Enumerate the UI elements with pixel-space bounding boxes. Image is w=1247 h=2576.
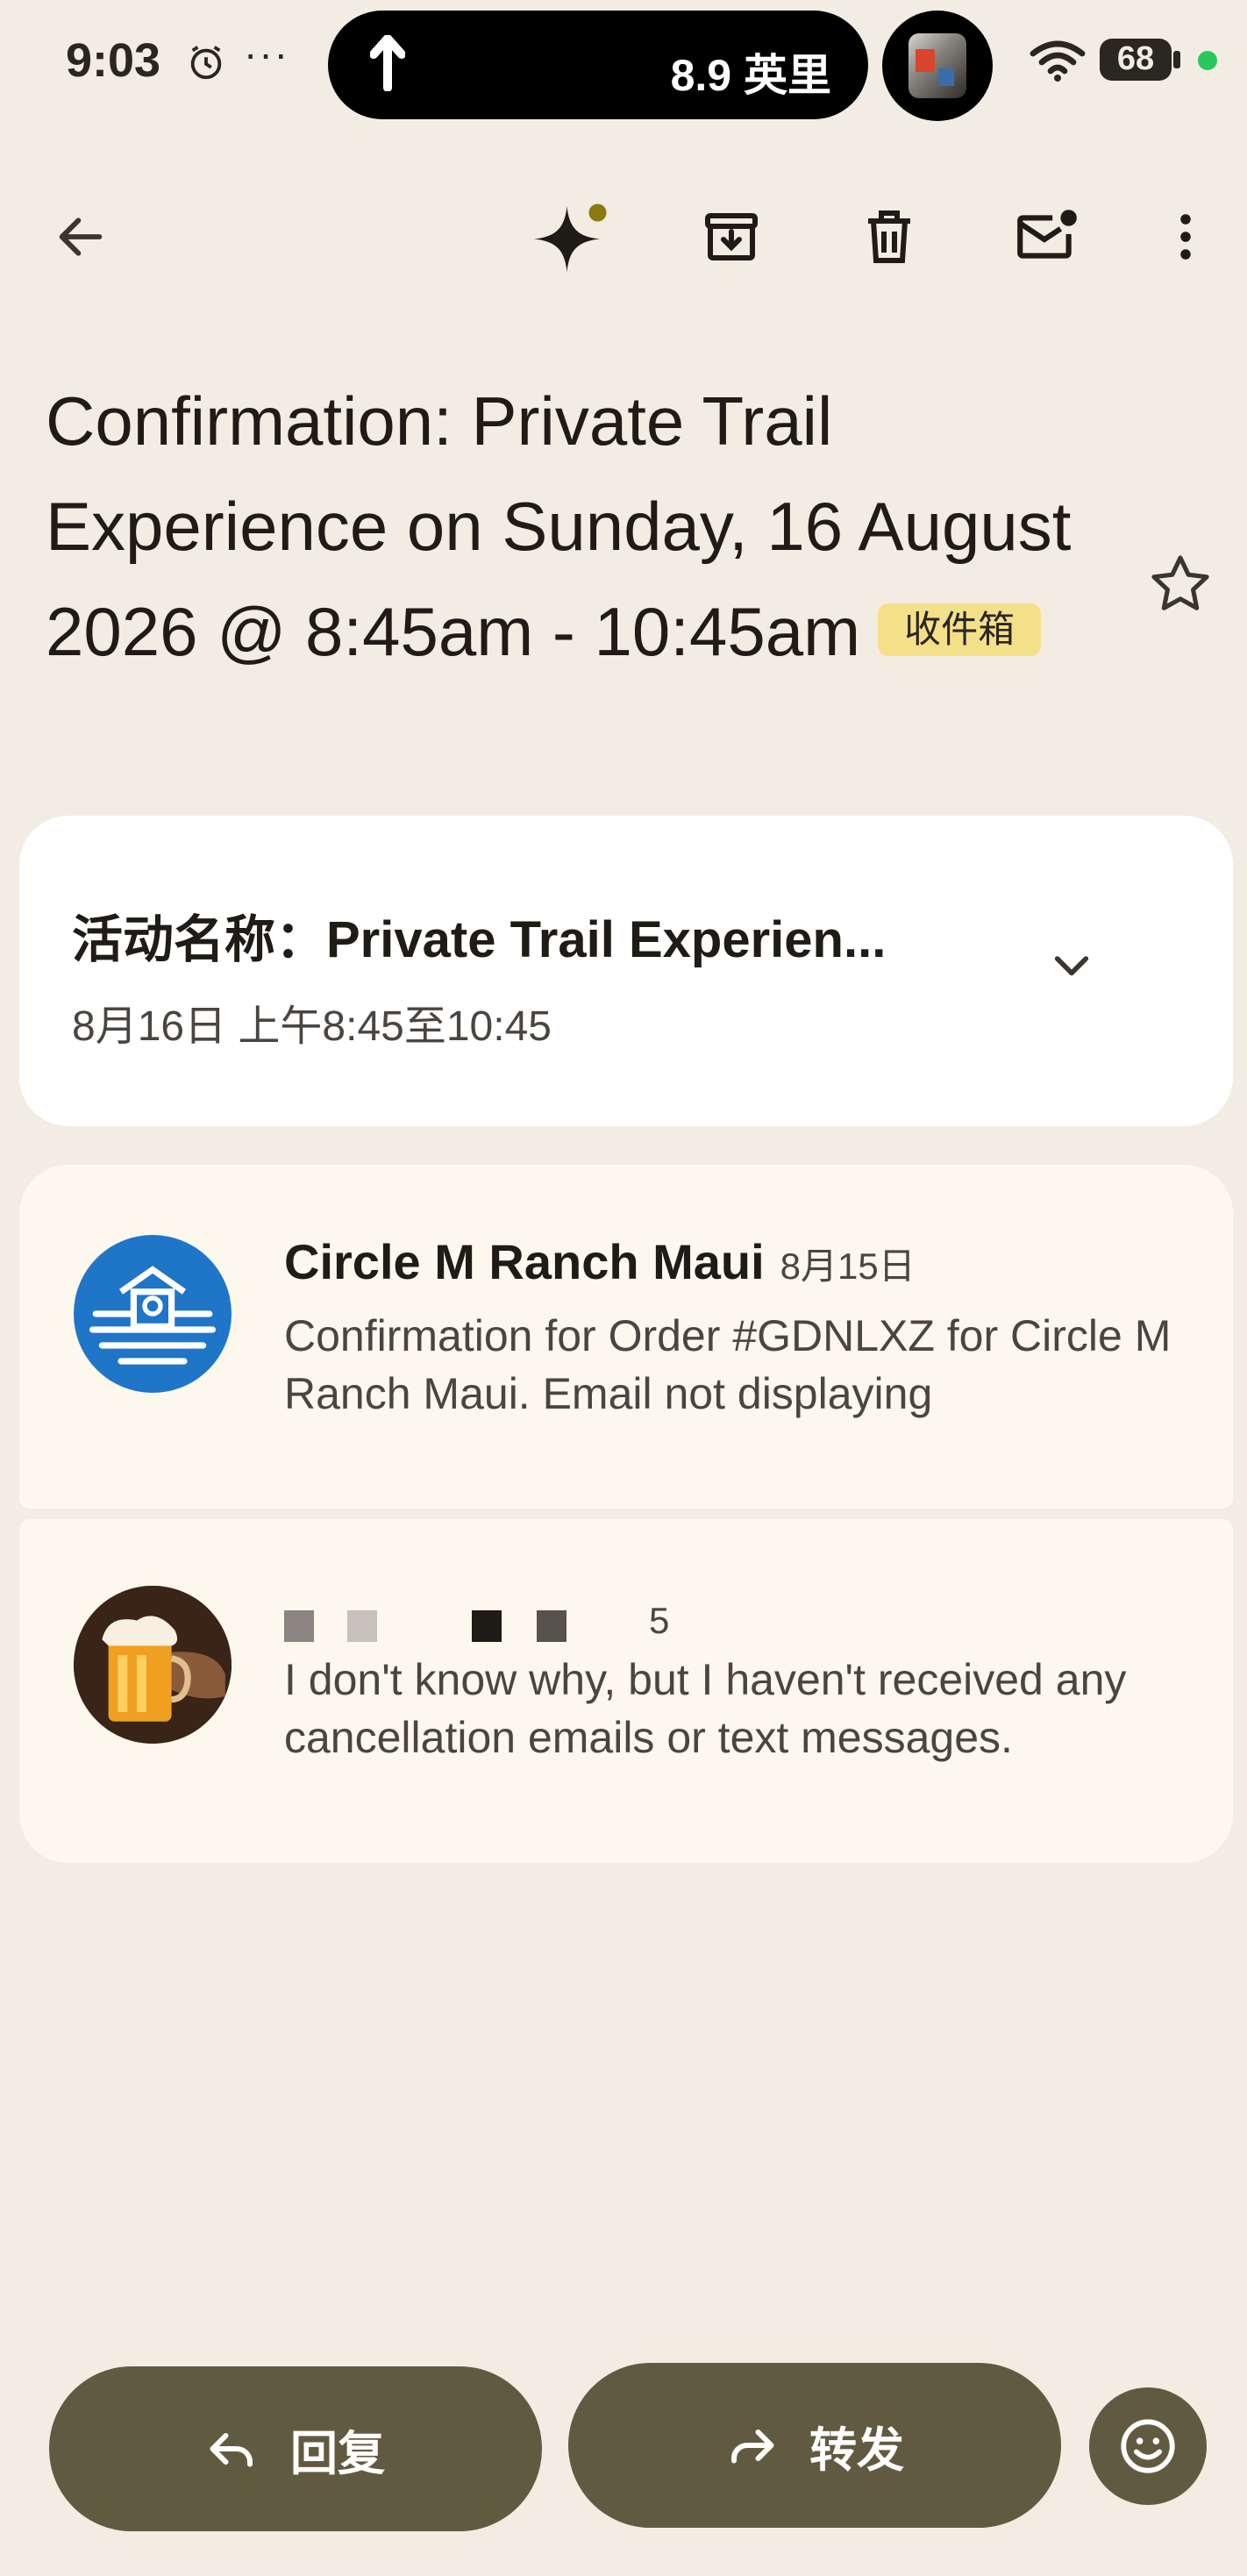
message-snippet: Confirmation for Order #GDNLXZ for Circl… xyxy=(284,1311,1172,1418)
gemini-button[interactable] xyxy=(530,193,617,281)
expand-event-button[interactable] xyxy=(1037,930,1107,1000)
ranch-logo-icon xyxy=(89,1266,216,1365)
event-title: 活动名称：Private Trail Experien... xyxy=(72,911,887,968)
redacted-block xyxy=(472,1610,502,1642)
redacted-block xyxy=(537,1610,566,1642)
archive-icon xyxy=(705,213,758,260)
reply-label: 回复 xyxy=(290,2427,385,2480)
star-button[interactable] xyxy=(1137,540,1224,628)
redacted-block xyxy=(284,1610,314,1642)
sender-avatar xyxy=(74,1235,232,1393)
event-time: 8月16日 上午8:45至10:45 xyxy=(72,1003,552,1050)
back-button[interactable] xyxy=(37,193,125,281)
calendar-event-card[interactable]: 活动名称：Private Trail Experien... 8月16日 上午8… xyxy=(19,816,1233,1126)
delete-icon xyxy=(868,211,910,263)
nav-distance: 8.9 英里 xyxy=(670,51,831,100)
message-item[interactable]: 5 I don't know why, but I haven't receiv… xyxy=(19,1519,1233,1863)
message-date-fragment: 5 xyxy=(649,1600,670,1641)
mark-unread-button[interactable] xyxy=(1003,193,1091,281)
emoji-reaction-button[interactable] xyxy=(1089,2387,1207,2505)
gemini-sparkle-icon xyxy=(534,203,607,272)
chevron-down-icon xyxy=(1054,956,1089,976)
forward-arrow-icon xyxy=(731,2430,774,2464)
more-notifications-icon: ··· xyxy=(244,31,289,76)
navigation-pill[interactable]: 8.9 英里 xyxy=(328,11,868,119)
star-icon xyxy=(1151,555,1209,610)
sender-name-text: Circle M Ranch Maui xyxy=(284,1234,765,1289)
status-time: 9:03 xyxy=(66,34,161,87)
beer-mug-icon xyxy=(74,1586,232,1744)
arrow-up-icon xyxy=(370,35,405,91)
back-arrow-icon xyxy=(59,218,103,256)
privacy-indicator-dot xyxy=(1198,51,1217,70)
active-app-icon[interactable] xyxy=(882,11,993,121)
sender-name: Circle M Ranch Maui 8月15日 xyxy=(284,1233,916,1290)
redacted-block xyxy=(347,1610,377,1642)
wifi-icon xyxy=(1030,40,1086,82)
mark-unread-icon xyxy=(1017,210,1077,259)
email-subject: Confirmation: Private Trail Experience o… xyxy=(46,368,1115,684)
more-vert-icon xyxy=(1180,214,1191,260)
message-snippet: I don't know why, but I haven't received… xyxy=(284,1655,1127,1762)
battery-level: 68 xyxy=(1116,40,1155,77)
more-options-button[interactable] xyxy=(1142,193,1229,281)
battery-indicator: 68 xyxy=(1100,39,1180,81)
forward-label: 转发 xyxy=(809,2423,904,2477)
archive-button[interactable] xyxy=(688,193,775,281)
message-item[interactable]: Circle M Ranch Maui 8月15日 Confirmation fo… xyxy=(19,1165,1233,1509)
message-date: 8月15日 xyxy=(780,1245,916,1287)
reply-button[interactable]: 回复 xyxy=(49,2366,542,2531)
reply-arrow-icon xyxy=(210,2433,253,2467)
sender-avatar xyxy=(74,1586,232,1744)
delete-button[interactable] xyxy=(845,193,933,281)
smiley-icon xyxy=(1121,2419,1175,2473)
forward-button[interactable]: 转发 xyxy=(568,2363,1061,2528)
alarm-icon xyxy=(190,46,222,80)
inbox-label-chip[interactable]: 收件箱 xyxy=(878,603,1042,657)
